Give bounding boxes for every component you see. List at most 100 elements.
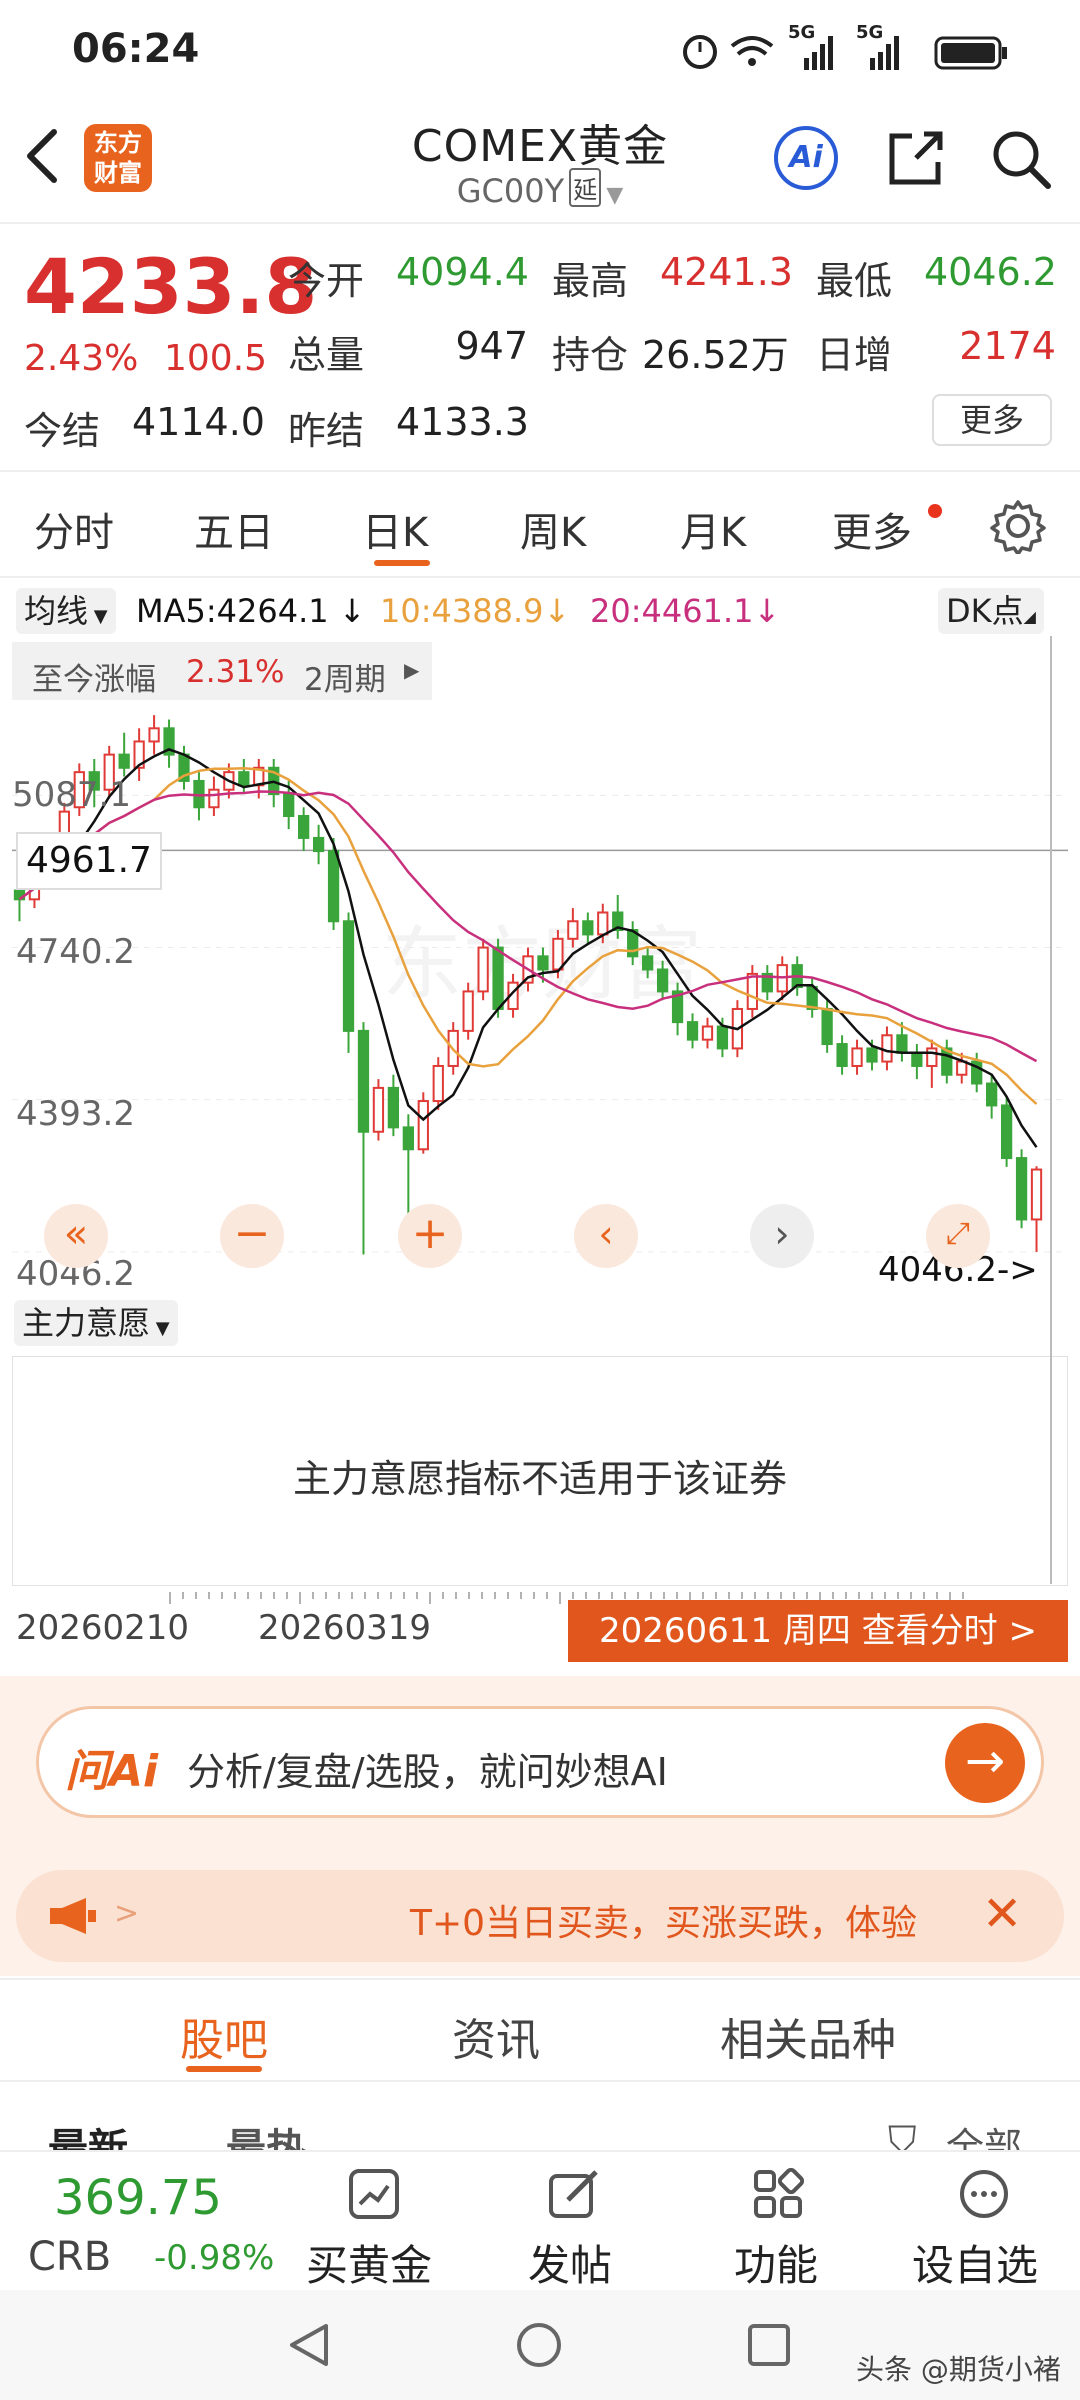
tab-more[interactable]: 更多: [832, 500, 912, 558]
candle-body: [432, 1064, 444, 1103]
candle-body: [387, 1086, 400, 1129]
search-icon[interactable]: [990, 128, 1054, 192]
dk-point-button[interactable]: DK点◢: [938, 588, 1044, 634]
ma-row: 均线 ▼ MA5:4264.1 ↓ 10:4388.9↓ 20:4461.1↓ …: [0, 580, 1080, 640]
scroll-far-left-button[interactable]: «: [44, 1204, 108, 1268]
candle-68: [1030, 1166, 1043, 1252]
prev-settle-label: 昨结: [288, 409, 365, 453]
candle-body: [656, 968, 669, 993]
arrow-right-icon[interactable]: →: [945, 1723, 1025, 1803]
ma10-text: 10:4388.9: [380, 592, 544, 630]
post-button[interactable]: 发帖: [514, 2162, 634, 2290]
candle-body: [417, 1100, 429, 1151]
candle-20: [312, 824, 325, 865]
scroll-left-button[interactable]: ‹: [574, 1204, 638, 1268]
tab-intraday[interactable]: 分时: [34, 500, 114, 558]
view-intraday-button[interactable]: 20260611 周四 查看分时 >: [568, 1600, 1068, 1662]
settle-value: 4114.0: [132, 400, 265, 444]
range-pct: 2.31%: [186, 654, 285, 690]
filter-row: 最新 最热 全部 ⛉: [0, 2082, 1080, 2152]
candle-body: [716, 1025, 729, 1050]
kline-chart[interactable]: 东方财富 至今涨幅 2.31% 2周期 ▶ 4961.7 5087.1 4740…: [12, 642, 1068, 1294]
y-tick-3: 4393.2: [16, 1094, 135, 1134]
buy-gold-button[interactable]: 买黄金: [300, 2162, 450, 2290]
filter-hot[interactable]: 最热: [226, 2116, 306, 2152]
tab-weekly-k[interactable]: 周K: [520, 500, 586, 558]
add-watchlist-button[interactable]: 设自选: [904, 2162, 1064, 2290]
filter-funnel-icon: ⛉: [888, 2118, 917, 2152]
functions-button[interactable]: 功能: [718, 2162, 838, 2290]
share-icon[interactable]: [886, 128, 946, 188]
y-tick-2: 4740.2: [16, 932, 135, 972]
tab-news[interactable]: 资讯: [452, 2004, 540, 2068]
candle-body: [357, 1029, 370, 1133]
more-button[interactable]: 更多: [932, 394, 1052, 446]
candle-body: [537, 955, 549, 971]
open-label: 今开: [288, 259, 365, 303]
ma5-value: MA5:4264.1 ↓: [136, 592, 366, 630]
zoom-out-button[interactable]: −: [220, 1204, 284, 1268]
filter-latest[interactable]: 最新: [48, 2116, 128, 2152]
settings-gear-icon[interactable]: [990, 498, 1046, 554]
candle-body: [701, 1025, 714, 1041]
daily-inc-label: 日增: [816, 333, 893, 377]
crb-value: 369.75: [54, 2170, 222, 2226]
candle-body: [477, 946, 489, 993]
nav-back-icon[interactable]: [284, 2320, 334, 2370]
close-icon[interactable]: ✕: [982, 1886, 1022, 1942]
ma-selector[interactable]: 均线 ▼: [16, 588, 116, 634]
alarm-icon: [683, 35, 717, 69]
ma10-arrow: ↓: [543, 592, 571, 630]
candle-body: [986, 1082, 998, 1107]
filter-all[interactable]: 全部: [946, 2116, 1022, 2152]
candle-body: [492, 946, 504, 1010]
candle-body: [866, 1047, 878, 1063]
ai-button[interactable]: Ai: [774, 126, 838, 190]
candle-body: [567, 920, 579, 940]
indicator-panel: 主力意愿 ▼ 主力意愿指标不适用于该证券: [12, 636, 1068, 1592]
candle-60: [911, 1044, 923, 1080]
tab-five-day[interactable]: 五日: [194, 500, 274, 558]
candle-body: [821, 1007, 833, 1046]
edit-icon: [549, 2170, 598, 2218]
ai-search-bar[interactable]: 问Ai 分析/复盘/选股，就问妙想AI →: [36, 1706, 1044, 1818]
zoom-in-button[interactable]: +: [398, 1204, 462, 1268]
candle-23: [357, 1022, 370, 1255]
quote-panel: 4233.8 2.43% 100.5 今结 4114.0 今开 4094.4 最…: [0, 226, 1080, 466]
candle-66: [1000, 1096, 1013, 1167]
status-icons: [683, 35, 1007, 70]
chevron-down-icon: ▼: [606, 183, 624, 208]
crosshair-vertical-line: [1050, 636, 1052, 1584]
indicator-selector-label: 主力意愿: [22, 1304, 151, 1342]
candle-body: [851, 1047, 863, 1067]
promo-banner[interactable]: > T+0当日买卖，买涨买跌，体验 ✕: [16, 1870, 1064, 1962]
nav-home-icon[interactable]: [514, 2320, 564, 2370]
tab-monthly-k[interactable]: 月K: [680, 500, 746, 558]
tab-forum[interactable]: 股吧: [180, 2004, 268, 2068]
tab-daily-k[interactable]: 日K: [362, 500, 428, 558]
candle-28: [432, 1057, 444, 1110]
more-dots-icon: [960, 2170, 1008, 2218]
scroll-right-button[interactable]: ›: [750, 1204, 814, 1268]
candle-8: [133, 728, 145, 781]
fullscreen-icon[interactable]: ⤢: [926, 1204, 990, 1268]
settle-label: 今结: [24, 409, 101, 453]
watermark-credit: 头条 @期货小褚: [856, 2353, 1061, 2386]
ma20-arrow: ↓: [753, 592, 781, 630]
candle-body: [372, 1086, 385, 1133]
notification-dot: [928, 504, 942, 518]
candle-body: [238, 771, 250, 787]
candle-body: [836, 1043, 848, 1067]
candle-body: [118, 753, 130, 769]
wifi-icon: [730, 36, 774, 66]
oi-label: 持仓: [552, 333, 629, 377]
nav-recents-icon[interactable]: [744, 2320, 794, 2370]
range-info-box[interactable]: 至今涨幅 2.31% 2周期 ▶: [12, 642, 432, 700]
date-mid: 20260319: [258, 1608, 432, 1648]
ma5-arrow: ↓: [338, 592, 366, 630]
candle-49: [746, 965, 758, 1018]
indicator-selector[interactable]: 主力意愿 ▼: [14, 1300, 178, 1346]
tab-related[interactable]: 相关品种: [720, 2004, 896, 2068]
last-price: 4233.8: [24, 242, 318, 331]
post-label: 发帖: [528, 2241, 613, 2290]
